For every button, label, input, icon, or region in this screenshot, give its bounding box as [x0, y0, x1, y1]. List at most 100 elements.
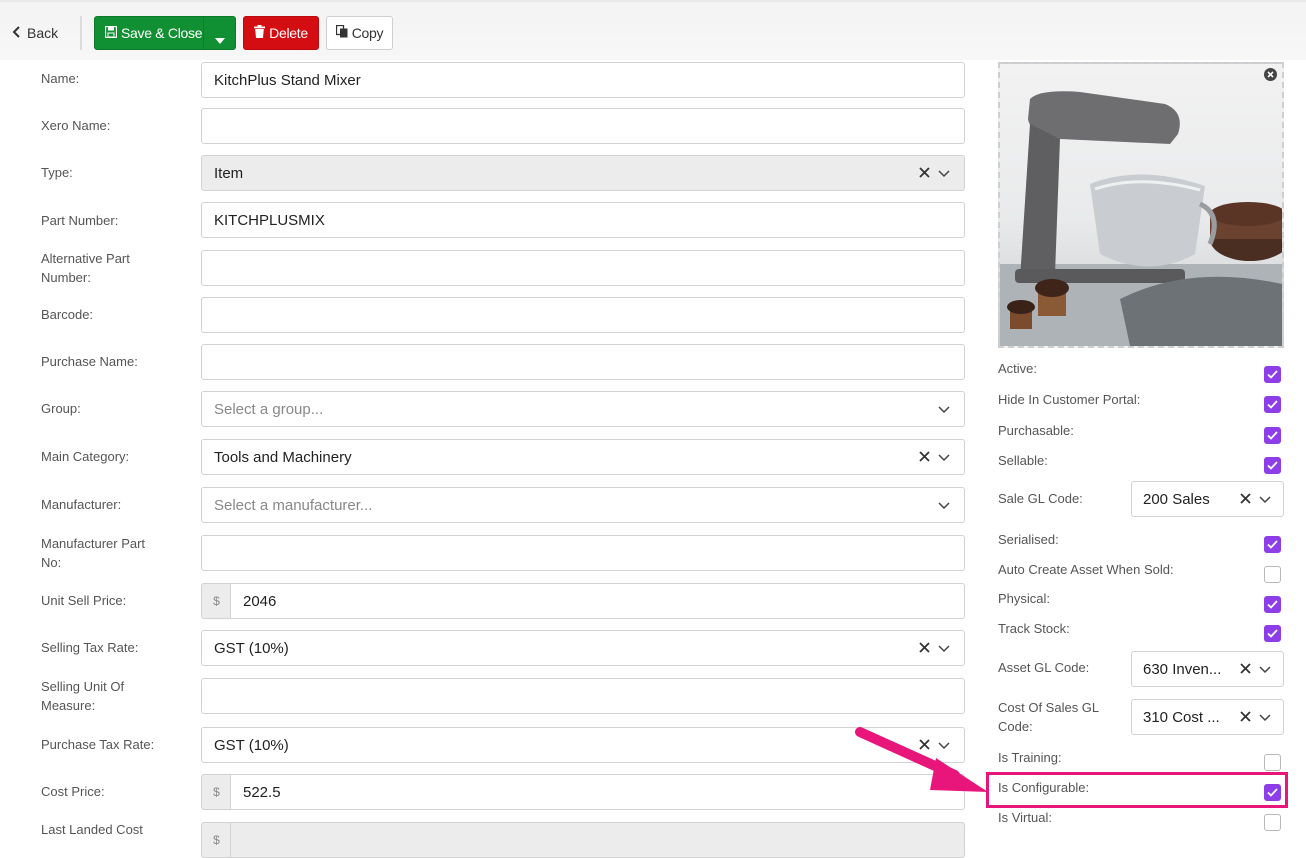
- auto-create-asset-checkbox[interactable]: [1264, 566, 1281, 583]
- chevron-left-icon: [12, 25, 21, 41]
- check-icon: [1267, 629, 1278, 638]
- active-checkbox[interactable]: [1264, 366, 1281, 383]
- serialised-checkbox[interactable]: [1264, 536, 1281, 553]
- xero-name-input[interactable]: [201, 108, 965, 144]
- asset-gl-code-value: 630 Inven...: [1143, 660, 1222, 678]
- unit-sell-price-input[interactable]: 2046: [230, 583, 965, 619]
- manufacturer-label: Manufacturer:: [41, 497, 122, 512]
- save-close-button[interactable]: Save & Close: [94, 16, 236, 50]
- name-label: Name:: [41, 71, 80, 86]
- is-virtual-checkbox[interactable]: [1264, 814, 1281, 831]
- toolbar-divider: [80, 16, 82, 50]
- purchase-name-label: Purchase Name:: [41, 354, 138, 369]
- sale-gl-code-select[interactable]: 200 Sales: [1131, 481, 1284, 517]
- clear-icon[interactable]: [919, 640, 930, 657]
- selling-uom-label: Selling Unit Of Measure:: [41, 679, 125, 713]
- group-placeholder: Select a group...: [214, 400, 324, 418]
- check-icon: [1267, 540, 1278, 549]
- cost-price-value: 522.5: [243, 783, 281, 801]
- remove-image-icon[interactable]: [1263, 67, 1278, 82]
- main-category-select[interactable]: Tools and Machinery: [201, 439, 965, 475]
- clear-icon[interactable]: [1240, 661, 1251, 678]
- cost-of-sales-gl-code-select[interactable]: 310 Cost ...: [1131, 699, 1284, 735]
- purchasable-checkbox[interactable]: [1264, 427, 1281, 444]
- back-label: Back: [27, 25, 59, 41]
- track-stock-checkbox[interactable]: [1264, 625, 1281, 642]
- main-category-label: Main Category:: [41, 449, 130, 464]
- is-virtual-label: Is Virtual:: [998, 810, 1052, 825]
- track-stock-label: Track Stock:: [998, 621, 1070, 636]
- product-image[interactable]: [998, 62, 1284, 348]
- manufacturer-part-no-input[interactable]: [201, 535, 965, 571]
- purchase-tax-rate-value: GST (10%): [214, 736, 289, 754]
- chevron-down-icon[interactable]: [938, 401, 950, 418]
- check-icon: [1267, 461, 1278, 470]
- last-landed-cost-label: Last Landed Cost: [41, 822, 143, 837]
- is-training-label: Is Training:: [998, 750, 1062, 765]
- physical-label: Physical:: [998, 591, 1051, 606]
- barcode-label: Barcode:: [41, 307, 94, 322]
- unit-sell-price-value: 2046: [243, 592, 277, 610]
- alt-part-number-input[interactable]: [201, 250, 965, 286]
- purchase-name-input[interactable]: [201, 344, 965, 380]
- copy-icon: [335, 24, 348, 41]
- chevron-down-icon[interactable]: [938, 497, 950, 514]
- cost-of-sales-gl-code-label: Cost Of Sales GL Code:: [998, 700, 1099, 734]
- selling-tax-rate-select[interactable]: GST (10%): [201, 630, 965, 666]
- cost-price-label: Cost Price:: [41, 784, 105, 799]
- clear-icon[interactable]: [1240, 709, 1251, 726]
- floppy-disk-icon: [104, 25, 118, 41]
- currency-prefix: $: [201, 583, 231, 619]
- name-value: KitchPlus Stand Mixer: [214, 71, 361, 89]
- hide-in-portal-checkbox[interactable]: [1264, 396, 1281, 413]
- check-icon: [1267, 370, 1278, 379]
- toolbar-top-border: [0, 0, 1306, 2]
- is-training-checkbox[interactable]: [1264, 754, 1281, 771]
- main-category-value: Tools and Machinery: [214, 448, 352, 466]
- name-input[interactable]: KitchPlus Stand Mixer: [201, 62, 965, 98]
- caret-down-icon[interactable]: [215, 31, 225, 47]
- last-landed-cost-input: [230, 822, 965, 858]
- chevron-down-icon[interactable]: [1259, 661, 1271, 678]
- copy-label: Copy: [351, 25, 384, 41]
- check-icon: [1267, 400, 1278, 409]
- clear-icon[interactable]: [1240, 491, 1251, 508]
- type-select[interactable]: Item: [201, 155, 965, 191]
- stand-mixer-illustration: [1000, 91, 1282, 346]
- delete-label: Delete: [269, 25, 308, 41]
- chevron-down-icon[interactable]: [1259, 709, 1271, 726]
- clear-icon[interactable]: [919, 449, 930, 466]
- sale-gl-code-value: 200 Sales: [1143, 490, 1210, 508]
- asset-gl-code-select[interactable]: 630 Inven...: [1131, 651, 1284, 687]
- barcode-input[interactable]: [201, 297, 965, 333]
- auto-create-asset-label: Auto Create Asset When Sold:: [998, 562, 1174, 577]
- part-number-value: KITCHPLUSMIX: [214, 211, 325, 229]
- chevron-down-icon[interactable]: [938, 449, 950, 466]
- cost-of-sales-gl-code-value: 310 Cost ...: [1143, 708, 1220, 726]
- xero-name-label: Xero Name:: [41, 118, 111, 133]
- asset-gl-code-label: Asset GL Code:: [998, 660, 1090, 675]
- alt-part-number-label: Alternative Part Number:: [41, 251, 130, 285]
- physical-checkbox[interactable]: [1264, 596, 1281, 613]
- copy-button[interactable]: Copy: [326, 16, 393, 50]
- back-button[interactable]: Back: [12, 22, 58, 44]
- purchase-tax-rate-label: Purchase Tax Rate:: [41, 737, 155, 752]
- chevron-down-icon[interactable]: [938, 165, 950, 182]
- chevron-down-icon[interactable]: [938, 640, 950, 657]
- save-close-label: Save & Close: [121, 25, 203, 41]
- sellable-label: Sellable:: [998, 453, 1048, 468]
- chevron-down-icon[interactable]: [1259, 491, 1271, 508]
- manufacturer-part-no-label: Manufacturer Part No:: [41, 536, 146, 570]
- hide-in-portal-label: Hide In Customer Portal:: [998, 392, 1141, 407]
- manufacturer-select[interactable]: Select a manufacturer...: [201, 487, 965, 523]
- split-divider: [203, 17, 204, 49]
- selling-uom-input[interactable]: [201, 678, 965, 714]
- group-select[interactable]: Select a group...: [201, 391, 965, 427]
- part-number-input[interactable]: KITCHPLUSMIX: [201, 202, 965, 238]
- sellable-checkbox[interactable]: [1264, 457, 1281, 474]
- is-configurable-highlight: [986, 772, 1288, 808]
- type-value: Item: [214, 164, 244, 182]
- delete-button[interactable]: Delete: [243, 16, 319, 50]
- check-icon: [1267, 600, 1278, 609]
- clear-icon[interactable]: [919, 165, 930, 182]
